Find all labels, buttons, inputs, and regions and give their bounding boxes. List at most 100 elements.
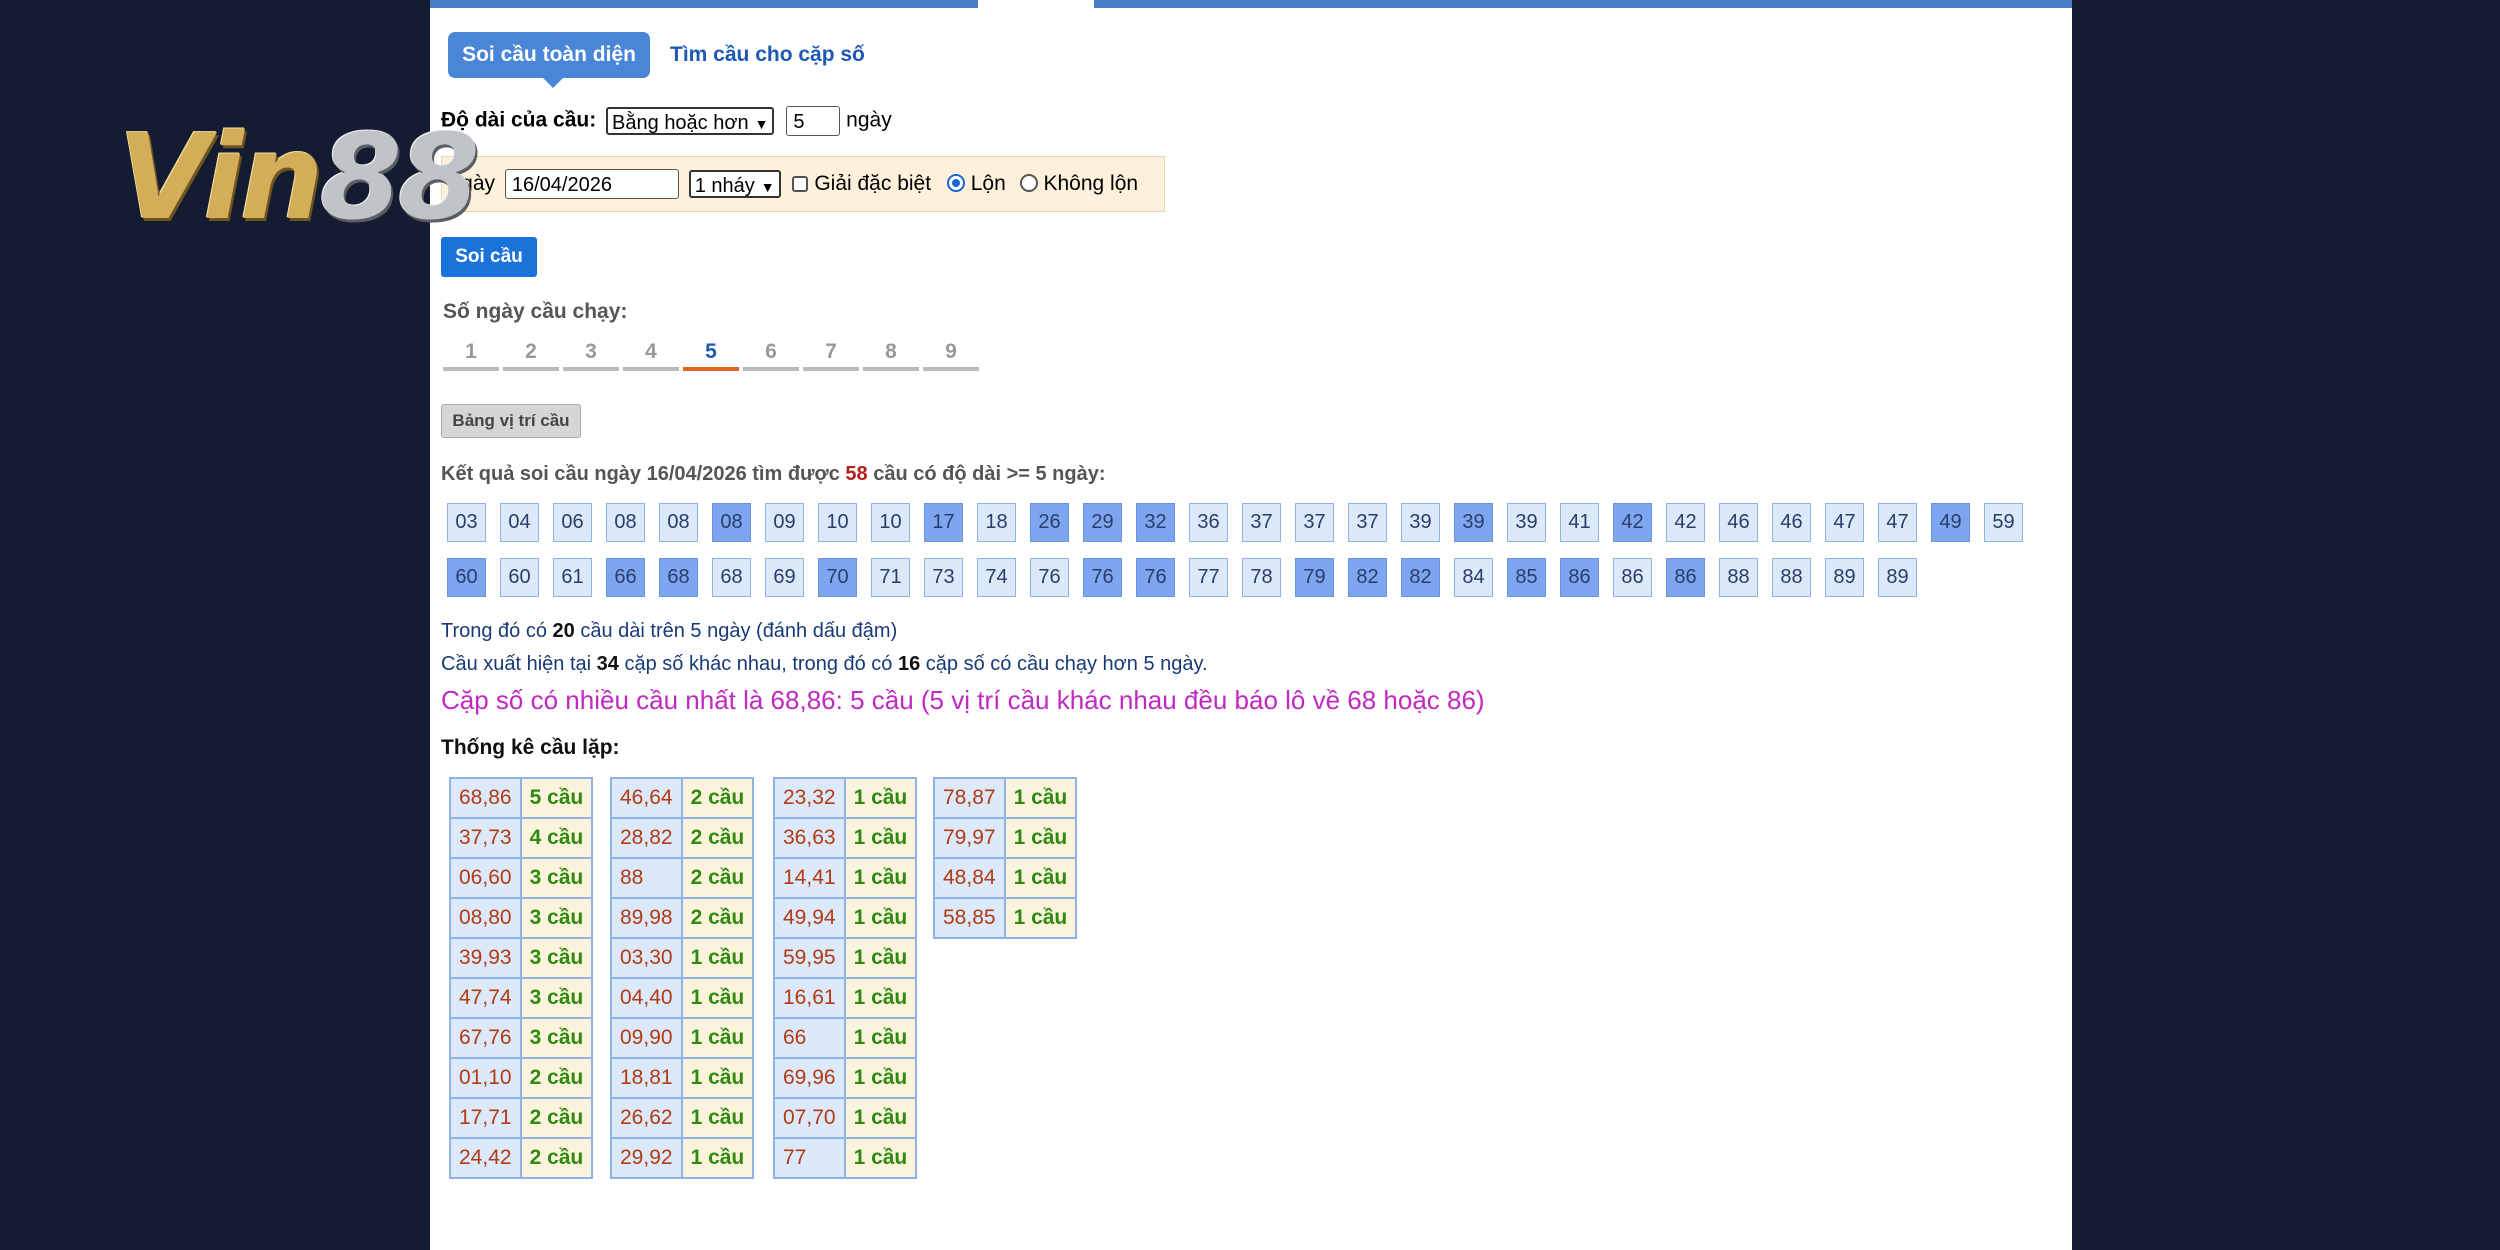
day-tab-1[interactable]: 1 <box>443 335 499 371</box>
day-tab-7[interactable]: 7 <box>803 335 859 371</box>
stat-pair: 24,42 <box>450 1138 521 1178</box>
length-input[interactable]: 5 <box>786 106 841 136</box>
cau-number-chip[interactable]: 26 <box>1030 503 1069 542</box>
stat-row: 78,87 1 cầu <box>934 778 1077 818</box>
day-tab-5[interactable]: 5 <box>683 335 739 371</box>
day-tab-3[interactable]: 3 <box>563 335 619 371</box>
cau-number-chip[interactable]: 88 <box>1719 558 1758 597</box>
cau-number-chip[interactable]: 39 <box>1454 503 1493 542</box>
cau-number-chip[interactable]: 68 <box>659 558 698 597</box>
cau-number-chip[interactable]: 03 <box>447 503 486 542</box>
cau-number-chip[interactable]: 84 <box>1454 558 1493 597</box>
cau-number-chip[interactable]: 70 <box>818 558 857 597</box>
cau-number-chip[interactable]: 36 <box>1189 503 1228 542</box>
stat-pair: 16,61 <box>774 978 845 1018</box>
bang-vi-tri-cau-button[interactable]: Bảng vị trí cầu <box>441 404 581 438</box>
nhay-select[interactable]: 1 nháy ▼ <box>688 170 781 199</box>
tab-soi-cau-toan-dien[interactable]: Soi cầu toàn diện <box>448 32 650 88</box>
stat-count: 1 cầu <box>844 1058 917 1098</box>
cau-number-chip[interactable]: 74 <box>977 558 1016 597</box>
cau-number-chip[interactable]: 46 <box>1772 503 1811 542</box>
cau-number-chip[interactable]: 82 <box>1401 558 1440 597</box>
stat-row: 47,74 3 cầu <box>450 978 593 1018</box>
cau-number-chip[interactable]: 10 <box>818 503 857 542</box>
stat-row: 26,62 1 cầu <box>611 1098 754 1138</box>
cau-number-chip[interactable]: 08 <box>712 503 751 542</box>
cau-number-chip[interactable]: 77 <box>1189 558 1228 597</box>
stat-row: 01,10 2 cầu <box>450 1058 593 1098</box>
stat-pair: 18,81 <box>611 1058 682 1098</box>
stat-count: 3 cầu <box>520 898 593 938</box>
cau-number-chip[interactable]: 59 <box>1984 503 2023 542</box>
cau-number-chip[interactable]: 42 <box>1613 503 1652 542</box>
day-tab-2[interactable]: 2 <box>503 335 559 371</box>
cau-number-chip[interactable]: 47 <box>1825 503 1864 542</box>
day-tab-9[interactable]: 9 <box>923 335 979 371</box>
cau-number-chip[interactable]: 61 <box>553 558 592 597</box>
cau-number-chip[interactable]: 17 <box>924 503 963 542</box>
cau-number-chip[interactable]: 08 <box>659 503 698 542</box>
cau-number-chip[interactable]: 47 <box>1878 503 1917 542</box>
cau-number-chip[interactable]: 29 <box>1083 503 1122 542</box>
cau-number-chip[interactable]: 37 <box>1242 503 1281 542</box>
stat-pair: 46,64 <box>611 778 682 818</box>
cau-number-chip[interactable]: 73 <box>924 558 963 597</box>
stat-pair: 79,97 <box>934 818 1005 858</box>
length-mode-select[interactable]: Bằng hoặc hơn ▼ <box>606 107 775 135</box>
cau-number-chip[interactable]: 46 <box>1719 503 1758 542</box>
cau-number-chip[interactable]: 88 <box>1772 558 1811 597</box>
stat-count: 1 cầu <box>681 1138 754 1178</box>
cau-number-chip[interactable]: 60 <box>447 558 486 597</box>
giai-dac-biet-label: Giải đặc biệt <box>814 172 932 195</box>
cau-number-chip[interactable]: 49 <box>1931 503 1970 542</box>
stat-count: 1 cầu <box>1004 898 1077 938</box>
cau-number-chip[interactable]: 79 <box>1295 558 1334 597</box>
cau-number-chip[interactable]: 06 <box>553 503 592 542</box>
cau-number-chip[interactable]: 78 <box>1242 558 1281 597</box>
stat-row: 18,81 1 cầu <box>611 1058 754 1098</box>
lon-radio[interactable] <box>946 174 965 192</box>
day-tab-6[interactable]: 6 <box>743 335 799 371</box>
stat-pair: 36,63 <box>774 818 845 858</box>
cau-number-chip[interactable]: 32 <box>1136 503 1175 542</box>
cau-number-chip[interactable]: 10 <box>871 503 910 542</box>
cau-number-chip[interactable]: 76 <box>1083 558 1122 597</box>
result-suffix: cầu có độ dài >= 5 ngày: <box>867 463 1106 485</box>
cau-number-chip[interactable]: 86 <box>1666 558 1705 597</box>
cau-number-chip[interactable]: 89 <box>1878 558 1917 597</box>
cau-number-chip[interactable]: 76 <box>1136 558 1175 597</box>
cau-number-chip[interactable]: 39 <box>1507 503 1546 542</box>
cau-number-chip[interactable]: 69 <box>765 558 804 597</box>
cau-number-chip[interactable]: 89 <box>1825 558 1864 597</box>
cau-number-chip[interactable]: 68 <box>712 558 751 597</box>
khong-lon-radio[interactable] <box>1019 174 1038 192</box>
khong-lon-label: Không lộn <box>1043 172 1139 195</box>
cau-number-chip[interactable]: 86 <box>1560 558 1599 597</box>
cau-number-chip[interactable]: 86 <box>1613 558 1652 597</box>
vin88-logo: Vin88 <box>118 112 488 242</box>
day-tab-8[interactable]: 8 <box>863 335 919 371</box>
cau-number-chip[interactable]: 09 <box>765 503 804 542</box>
cau-number-chip[interactable]: 42 <box>1666 503 1705 542</box>
cau-number-chip[interactable]: 82 <box>1348 558 1387 597</box>
tab-tim-cau-cho-cap-so[interactable]: Tìm cầu cho cặp số <box>670 32 865 78</box>
cau-number-chip[interactable]: 37 <box>1295 503 1334 542</box>
cau-number-chip[interactable]: 39 <box>1401 503 1440 542</box>
stat-pair: 23,32 <box>774 778 845 818</box>
cau-number-chip[interactable]: 37 <box>1348 503 1387 542</box>
cau-number-chip[interactable]: 18 <box>977 503 1016 542</box>
stat-count: 3 cầu <box>520 938 593 978</box>
cau-number-chip[interactable]: 04 <box>500 503 539 542</box>
stat-pair: 14,41 <box>774 858 845 898</box>
cau-number-chip[interactable]: 76 <box>1030 558 1069 597</box>
cau-number-chip[interactable]: 41 <box>1560 503 1599 542</box>
date-input[interactable]: 16/04/2026 <box>504 169 679 200</box>
cau-number-chip[interactable]: 85 <box>1507 558 1546 597</box>
cau-number-chip[interactable]: 08 <box>606 503 645 542</box>
giai-dac-biet-checkbox[interactable] <box>792 176 809 192</box>
cau-number-chip[interactable]: 60 <box>500 558 539 597</box>
stat-row: 37,73 4 cầu <box>450 818 593 858</box>
day-tab-4[interactable]: 4 <box>623 335 679 371</box>
cau-number-chip[interactable]: 71 <box>871 558 910 597</box>
cau-number-chip[interactable]: 66 <box>606 558 645 597</box>
